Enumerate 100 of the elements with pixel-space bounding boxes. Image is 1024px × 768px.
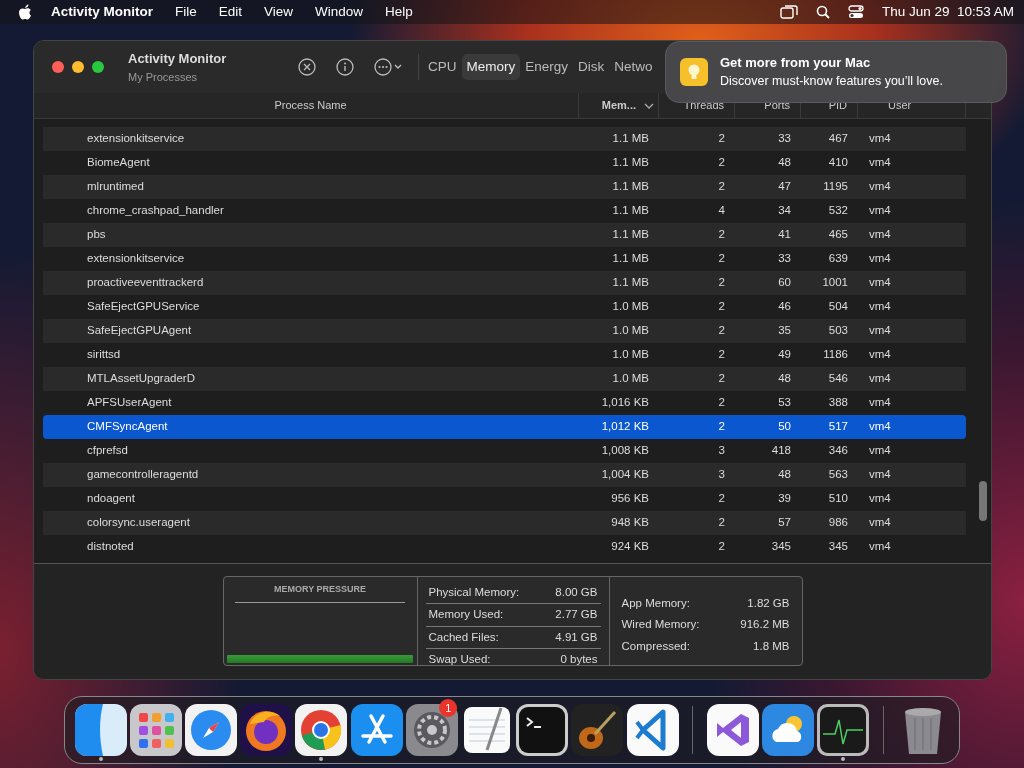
notepad-icon[interactable] xyxy=(461,704,513,756)
loop-icon[interactable] xyxy=(706,704,759,756)
minimize-button[interactable] xyxy=(72,61,84,73)
split-square-icon[interactable] xyxy=(74,704,127,756)
gear-icon[interactable] xyxy=(405,704,458,756)
table-cell-text: 346 xyxy=(827,443,849,459)
tab[interactable]: Netwo xyxy=(609,53,658,81)
process-row[interactable]: pbs 1.1 MB 2 41 465 vm4 xyxy=(43,223,966,247)
stop-icon[interactable] xyxy=(298,58,316,76)
globe-icon[interactable] xyxy=(240,704,293,756)
stat-label: Compressed: xyxy=(621,638,690,654)
menu-item[interactable]: View xyxy=(253,1,305,23)
cloud-icon[interactable] xyxy=(762,704,814,756)
table-cell-text: 2 xyxy=(717,371,726,387)
stat-value: 4.91 GB xyxy=(555,629,598,645)
tab[interactable]: Energy xyxy=(520,53,574,81)
process-row[interactable]: SafeEjectGPUAgent 1.0 MB 2 35 503 vm4 xyxy=(43,319,966,343)
process-row[interactable]: cfprefsd 1,008 KB 3 418 346 vm4 xyxy=(43,439,966,463)
table-cell-text: extensionkitservice xyxy=(86,251,186,267)
table-cell-text: 1.1 MB xyxy=(611,227,650,243)
process-row[interactable]: proactiveeventtrackerd 1.1 MB 2 60 1001 vm4 xyxy=(43,271,966,295)
column-header[interactable]: Process Name xyxy=(43,92,579,119)
table-cell-text: 1,016 KB xyxy=(600,395,650,411)
table-cell-text: 986 xyxy=(827,515,849,531)
table-cell-text: 345 xyxy=(770,539,792,555)
table-cell-text: 1.0 MB xyxy=(611,323,650,339)
table-cell-text: proactiveeventtrackerd xyxy=(86,275,205,291)
clock-text[interactable]: Thu Jun 29 10:53 AM xyxy=(881,1,1014,23)
process-row[interactable]: extensionkitservice 1.1 MB 2 33 467 vm4 xyxy=(43,127,966,151)
process-row[interactable]: ndoagent 956 KB 2 39 510 vm4 xyxy=(43,487,966,511)
close-button[interactable] xyxy=(52,61,64,73)
table-cell-text: 2 xyxy=(717,179,726,195)
table-cell-text: 1186 xyxy=(822,347,849,363)
menu-item[interactable]: Help xyxy=(374,1,424,23)
menu-item[interactable]: Window xyxy=(304,1,375,23)
process-row[interactable]: MTLAssetUpgraderD 1.0 MB 2 48 546 vm4 xyxy=(43,367,966,391)
stat-label: Memory Used: xyxy=(428,607,504,623)
process-row[interactable]: gamecontrolleragentd 1,004 KB 3 48 563 vm4 xyxy=(43,463,966,487)
table-cell-text: 48 xyxy=(777,371,792,387)
process-row[interactable]: mlruntimed 1.1 MB 2 47 1195 vm4 xyxy=(43,175,966,199)
table-cell-text: 467 xyxy=(827,131,849,147)
pulse-chart-icon[interactable] xyxy=(817,704,870,756)
table-cell-text: 35 xyxy=(777,323,792,339)
caret-icon[interactable] xyxy=(644,101,654,110)
menu-item[interactable]: File xyxy=(164,1,208,23)
table-cell-text: 48 xyxy=(777,467,792,483)
tab[interactable]: Memory xyxy=(461,53,521,81)
process-row[interactable]: CMFSyncAgent 1,012 KB 2 50 517 vm4 xyxy=(43,415,966,439)
table-cell-text: 1,004 KB xyxy=(600,467,650,483)
menu-item[interactable]: Edit xyxy=(207,1,254,23)
windows-icon[interactable] xyxy=(779,5,798,19)
table-cell-text: 50 xyxy=(777,419,792,435)
tab[interactable]: Disk xyxy=(573,53,610,81)
stat-value: 2.77 GB xyxy=(555,607,598,623)
terminal-icon[interactable] xyxy=(516,704,569,756)
process-row[interactable]: extensionkitservice 1.1 MB 2 33 639 vm4 xyxy=(43,247,966,271)
table-cell-text: 532 xyxy=(827,203,849,219)
table-cell-text: 1.1 MB xyxy=(611,275,650,291)
table-cell-text: 504 xyxy=(827,299,849,315)
apple-logo-icon[interactable] xyxy=(18,4,32,20)
table-cell-text: MTLAssetUpgraderD xyxy=(86,371,196,387)
more-options-icon[interactable] xyxy=(374,58,404,76)
process-row[interactable]: SafeEjectGPUService 1.0 MB 2 46 504 vm4 xyxy=(43,295,966,319)
app-menu[interactable]: Activity Monitor xyxy=(40,1,164,23)
table-cell-text: 2 xyxy=(717,131,726,147)
table-cell-text: vm4 xyxy=(868,251,891,267)
process-row[interactable]: chrome_crashpad_handler 1.1 MB 4 34 532 vm4 xyxy=(43,199,966,223)
table-cell-text: 2 xyxy=(717,155,726,171)
info-icon[interactable] xyxy=(336,58,354,76)
table-cell-text: 4 xyxy=(717,203,726,219)
app-grid-icon[interactable] xyxy=(129,704,182,756)
guitar-icon[interactable] xyxy=(571,704,624,756)
scrollbar-thumb[interactable] xyxy=(979,481,987,521)
compass-icon[interactable] xyxy=(185,704,237,756)
pencil-lines-icon[interactable] xyxy=(350,704,403,756)
table-cell-text: 418 xyxy=(770,443,792,459)
process-row[interactable]: colorsync.useragent 948 KB 2 57 986 vm4 xyxy=(43,511,966,535)
control-center-icon[interactable] xyxy=(847,5,864,19)
process-row[interactable]: APFSUserAgent 1,016 KB 2 53 388 vm4 xyxy=(43,391,966,415)
tab[interactable]: CPU xyxy=(423,53,462,81)
table-cell-text: SafeEjectGPUService xyxy=(86,299,201,315)
table-cell-text: gamecontrolleragentd xyxy=(86,467,200,483)
table-cell-text: 1195 xyxy=(822,179,849,195)
column-header[interactable]: Mem... xyxy=(579,92,659,119)
table-cell-text: 956 KB xyxy=(610,491,650,507)
table-cell-text: vm4 xyxy=(868,179,891,195)
notification-toast[interactable]: Get more from your Mac Discover must-know features you’ll love. xyxy=(665,41,1007,103)
table-cell-text: vm4 xyxy=(868,347,891,363)
process-row[interactable]: sirittsd 1.0 MB 2 49 1186 vm4 xyxy=(43,343,966,367)
process-row[interactable]: distnoted 924 KB 2 345 345 vm4 xyxy=(43,535,966,559)
table-cell-text: 34 xyxy=(777,203,792,219)
table-cell-text: 1.1 MB xyxy=(611,131,650,147)
code-editor-icon[interactable] xyxy=(626,704,679,756)
table-cell-text: 2 xyxy=(717,251,726,267)
notification-title: Get more from your Mac xyxy=(720,53,872,72)
table-cell-text: 1001 xyxy=(821,275,849,291)
table-cell-text: 33 xyxy=(777,131,792,147)
zoom-button[interactable] xyxy=(92,61,104,73)
search-icon[interactable] xyxy=(815,5,830,19)
process-row[interactable]: BiomeAgent 1.1 MB 2 48 410 vm4 xyxy=(43,151,966,175)
